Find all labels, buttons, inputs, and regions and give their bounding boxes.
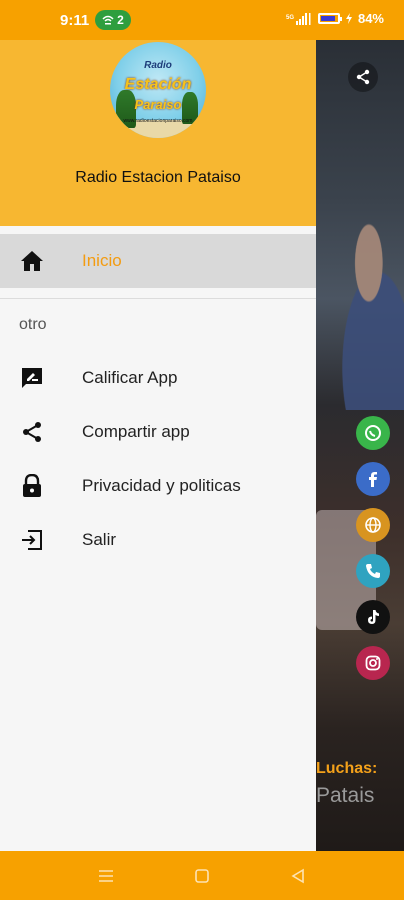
lock-icon [19,473,45,499]
home-icon [19,248,45,274]
menu-item-salir[interactable]: Salir [0,513,316,567]
web-icon[interactable] [356,508,390,542]
status-bar: 9:11 2 5G 84% [0,0,404,40]
logo-line1: Radio [144,60,172,71]
network-type: 5G [286,15,294,21]
battery-icon [317,13,342,24]
facebook-icon[interactable] [356,462,390,496]
background-app: Luchas: Patais [316,40,404,851]
tiktok-icon[interactable] [356,600,390,634]
menu-item-compartir-app[interactable]: Compartir app [0,405,316,459]
charging-icon [345,13,352,24]
section-label: otro [19,316,47,333]
station-name: Radio Estacion Pataiso [75,169,241,186]
menu-item-calificar-app[interactable]: Calificar App [0,351,316,405]
instagram-icon[interactable] [356,646,390,680]
phone-icon[interactable] [356,554,390,588]
menu-item-label: Privacidad y politicas [82,476,241,495]
ticker-title: Luchas: [316,760,378,777]
menu-item-label: Compartir app [82,422,190,441]
logo-url: www.radioestacionparaiso.com [123,118,193,124]
battery-percent: 84% [357,11,384,26]
signal-icon: 5G [286,13,311,25]
station-logo: Radio Estación Paraiso www.radioestacion… [110,42,206,138]
menu-item-inicio[interactable]: Inicio [0,234,316,288]
menu-item-label: Calificar App [82,368,178,387]
background-photo [316,200,404,410]
logo-line2: Estación [124,76,192,93]
status-right: 5G 84% [286,11,384,26]
drawer-header: Radio Estación Paraiso www.radioestacion… [0,40,316,226]
status-time: 9:11 [60,12,90,29]
share-fab-icon[interactable] [348,62,378,92]
recents-button[interactable] [95,865,117,887]
menu-item-label: Salir [82,530,117,549]
rate-review-icon [19,365,45,391]
ticker-subtitle: Patais [316,784,375,807]
logo-line3: Paraiso [134,97,182,112]
exit-icon [19,527,45,553]
divider [0,298,316,299]
hotspot-badge: 2 [95,10,131,30]
share-icon [19,419,45,445]
hotspot-icon [102,15,114,25]
system-nav-bar [0,851,404,900]
menu-item-privacidad[interactable]: Privacidad y politicas [0,459,316,513]
home-button[interactable] [191,865,213,887]
back-button[interactable] [287,865,309,887]
menu-item-label: Inicio [82,251,122,270]
whatsapp-icon[interactable] [356,416,390,450]
navigation-drawer: Radio Estación Paraiso www.radioestacion… [0,40,316,851]
hotspot-count: 2 [117,13,124,27]
